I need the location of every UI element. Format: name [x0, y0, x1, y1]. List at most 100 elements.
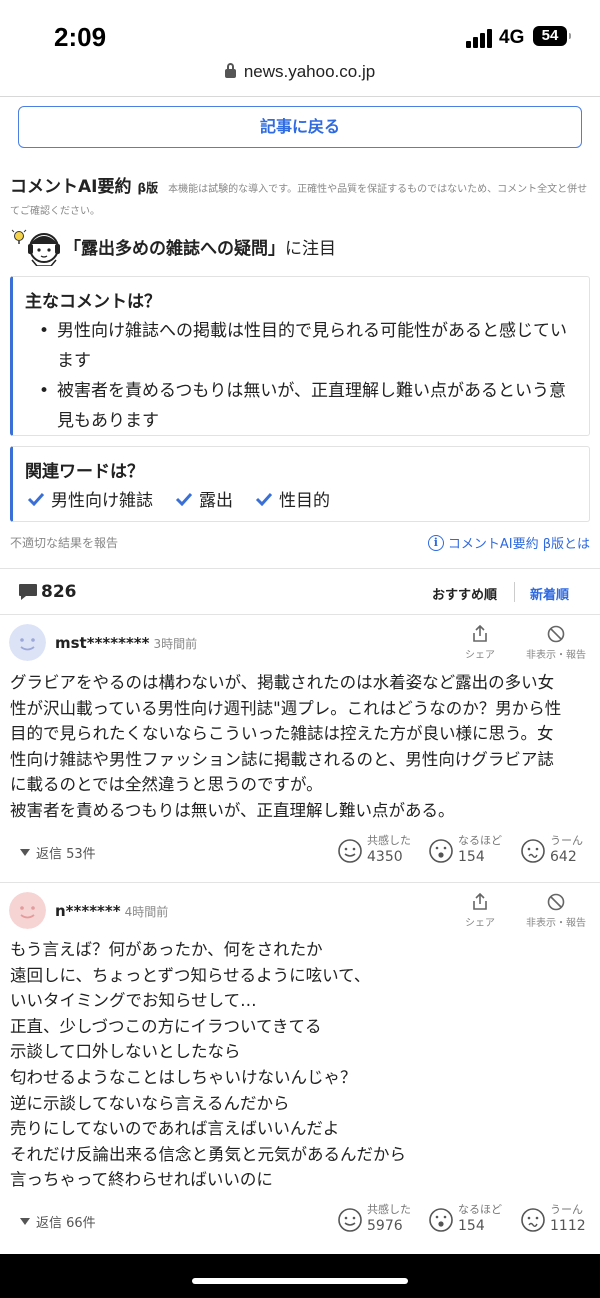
mascot-icon [11, 229, 60, 266]
lock-icon [224, 63, 236, 78]
share-button[interactable]: シェア [462, 625, 498, 661]
about-ai-summary-link[interactable]: i コメントAI要約 β版とは [427, 533, 590, 552]
divider [0, 96, 600, 97]
confused-icon [521, 1208, 545, 1232]
share-label: シェア [465, 918, 495, 929]
reaction-count: 5976 [367, 1218, 403, 1234]
main-comments-list: 男性向け雑誌への掲載は性目的で見られる可能性があると感じています 被害者を責める… [39, 316, 589, 436]
main-comments-box: 主なコメントは？ 男性向け雑誌への掲載は性目的で見られる可能性があると感じていま… [10, 276, 590, 436]
comment-text: もう言えば？何があったか、何をされたか 遠回しに、ちょっとずつ知らせるように呟い… [10, 937, 594, 1193]
comment-username: mst******** [55, 634, 150, 652]
main-comments-heading: 主なコメントは？ [25, 292, 161, 312]
hide-report-label: 非表示・報告 [526, 918, 586, 929]
focus-suffix: に注目 [285, 239, 336, 259]
reaction-empathy-button[interactable]: 共感した 4350 [337, 834, 411, 866]
avatar[interactable] [9, 624, 46, 661]
sort-recommended-tab[interactable]: おすすめ順 [432, 584, 497, 603]
comment-line: 匂わせるようなことはしちゃいけないんじゃ？ [10, 1067, 357, 1087]
status-time: 2:09 [54, 22, 107, 52]
reaction-hmm-button[interactable]: うーん 1112 [520, 1203, 586, 1235]
list-item: 男性向け雑誌への掲載は性目的で見られる可能性があると感じています [39, 316, 589, 376]
comment-line: 性向け雑誌や男性ファッション誌に掲載されるのと、男性向けグラビア誌 [10, 749, 554, 769]
reaction-label: うーん [550, 834, 583, 847]
comment-line: 遠回しに、ちょっとずつ知らせるように呟いて、 [10, 965, 371, 985]
home-bar [0, 1254, 600, 1298]
smile-icon [338, 839, 362, 863]
reaction-label: なるほど [458, 1203, 502, 1216]
comment-username: n******* [55, 902, 121, 920]
reaction-label: なるほど [458, 834, 502, 847]
block-icon [547, 625, 565, 643]
related-word-label: 露出 [199, 491, 233, 511]
comment-line: に載るのとでは全然違うと思うのですが。 [10, 775, 323, 795]
ai-summary-title: コメントAI要約 [10, 177, 132, 197]
share-label: シェア [465, 650, 495, 661]
hide-report-button[interactable]: 非表示・報告 [518, 625, 594, 661]
reaction-empathy-button[interactable]: 共感した 5976 [337, 1203, 411, 1235]
reaction-insight-button[interactable]: なるほど 154 [428, 834, 502, 866]
reaction-label: 共感した [367, 1203, 411, 1216]
comment-time: 3時間前 [153, 637, 198, 651]
comment-user[interactable]: n******* 4時間前 [55, 902, 168, 920]
focus-topic-title: 「露出多めの雑誌への疑問」 [64, 239, 285, 259]
about-ai-summary-label: コメントAI要約 β版とは [447, 537, 590, 552]
caret-down-icon [20, 1218, 30, 1225]
reaction-label: うーん [550, 1203, 583, 1216]
comment-item: mst******** 3時間前 シェア 非表示・報告 グラビアをやるのは構わない… [0, 615, 600, 883]
replies-label: 返信 66件 [36, 1216, 96, 1231]
hide-report-label: 非表示・報告 [526, 650, 586, 661]
report-result-link[interactable]: 不適切な結果を報告 [10, 534, 118, 551]
focus-topic: 「露出多めの雑誌への疑問」に注目 [64, 234, 336, 259]
sort-newest-tab[interactable]: 新着順 [530, 584, 569, 603]
check-icon [175, 492, 193, 506]
comment-line: もう言えば？何があったか、何をされたか [10, 940, 323, 959]
replies-toggle[interactable]: 返信 66件 [20, 1212, 96, 1231]
caret-down-icon [20, 849, 30, 856]
list-item: 被害者を責めるつもりは無いが、正直理解し難い点があるという意見もあります [39, 376, 589, 436]
comment-line: 性が沢山載っている男性向け週刊誌"週プレ。これはどうなのか？男から性 [10, 698, 562, 718]
related-word: 性目的 [255, 486, 330, 511]
reaction-count: 1112 [550, 1218, 586, 1234]
related-word: 露出 [175, 486, 233, 511]
avatar[interactable] [9, 892, 46, 929]
comment-count: 826 [41, 582, 77, 602]
signal-icon [466, 28, 492, 48]
comment-line: グラビアをやるのは構わないが、掲載されたのは水着姿など露出の多い女 [10, 673, 555, 692]
reaction-insight-button[interactable]: なるほど 154 [428, 1203, 502, 1235]
network-type: 4G [499, 27, 525, 48]
ai-summary-header: コメントAI要約 β版 本機能は試験的な導入です。正確性や品質を保証するものではない… [10, 172, 590, 221]
comment-line: 目的で見られたくないならこういった雑誌は控えた方が良い様に思う。女 [10, 724, 554, 744]
comment-line: 正直、少しづつこの方にイラついてきてる [10, 1016, 322, 1036]
hide-report-button[interactable]: 非表示・報告 [518, 893, 594, 929]
related-words-list: 男性向け雑誌 露出 性目的 [27, 486, 589, 511]
beta-badge: β版 [137, 181, 159, 195]
home-indicator[interactable] [192, 1278, 408, 1284]
replies-toggle[interactable]: 返信 53件 [20, 843, 96, 862]
share-icon [473, 893, 487, 910]
url-text: news.yahoo.co.jp [243, 62, 376, 81]
comment-user[interactable]: mst******** 3時間前 [55, 634, 197, 652]
comment-line: 逆に示談してないなら言えるんだから [10, 1093, 290, 1113]
divider [514, 582, 515, 602]
url-bar[interactable]: news.yahoo.co.jp [0, 62, 600, 92]
comment-line: 被害者を責めるつもりは無いが、正直理解し難い点がある。 [10, 800, 455, 820]
check-icon [27, 492, 45, 506]
comment-time: 4時間前 [124, 905, 169, 919]
related-word: 男性向け雑誌 [27, 486, 153, 511]
surprised-icon [429, 1208, 453, 1232]
replies-label: 返信 53件 [36, 847, 96, 862]
comment-line: いいタイミングでお知らせして… [10, 991, 257, 1011]
comment-bubble-icon [19, 584, 37, 600]
share-button[interactable]: シェア [462, 893, 498, 929]
reaction-hmm-button[interactable]: うーん 642 [520, 834, 583, 866]
reaction-count: 4350 [367, 849, 403, 865]
related-word-label: 性目的 [279, 491, 330, 511]
confused-icon [521, 839, 545, 863]
back-to-article-button[interactable]: 記事に戻る [18, 106, 582, 148]
related-word-label: 男性向け雑誌 [51, 491, 153, 511]
status-bar: 2:09 4G 54 [0, 0, 600, 60]
related-words-box: 関連ワードは？ 男性向け雑誌 露出 性目的 [10, 446, 590, 522]
comments-header: 826 おすすめ順 新着順 [0, 570, 600, 614]
related-words-heading: 関連ワードは？ [25, 462, 144, 482]
comment-line: それだけ反論出来る信念と勇気と元気があるんだから [10, 1144, 406, 1164]
